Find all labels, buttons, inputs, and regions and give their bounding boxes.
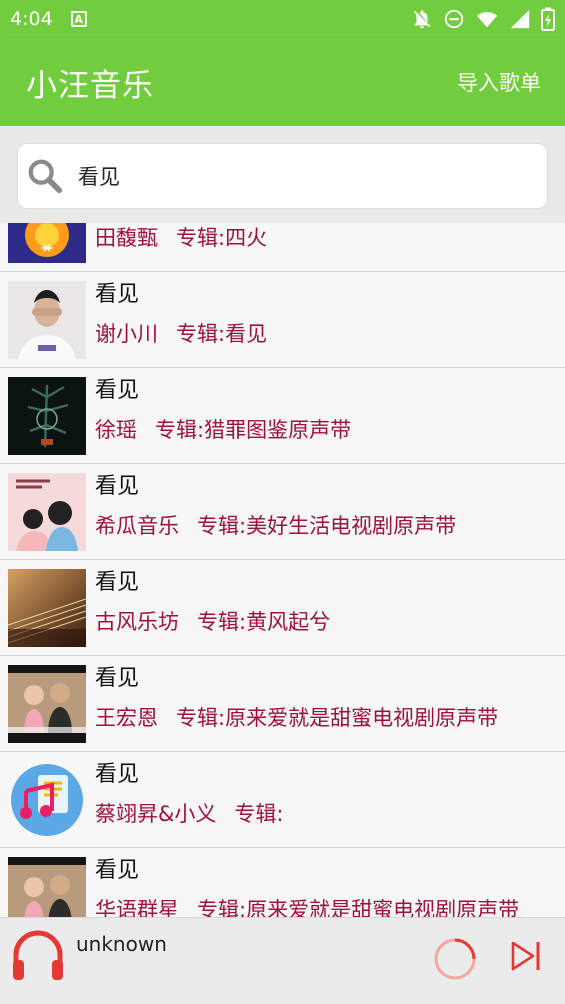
song-meta: 古风乐坊 专辑:黄风起兮 bbox=[95, 606, 557, 636]
song-meta: 田馥甄 专辑:四火 bbox=[95, 223, 557, 252]
song-artist: 蔡翊昇&小义 bbox=[95, 802, 217, 826]
song-list[interactable]: 田馥甄 专辑:四火 看见 谢小川 专辑:看见 看见 徐瑶 专辑:猎罪图鉴原声带 … bbox=[0, 223, 565, 917]
next-track-icon[interactable] bbox=[508, 938, 544, 974]
song-row[interactable]: 看见 王宏恩 专辑:原来爱就是甜蜜电视剧原声带 bbox=[0, 656, 565, 752]
song-title: 看见 bbox=[95, 762, 140, 787]
song-meta: 谢小川 专辑:看见 bbox=[95, 318, 557, 348]
status-time: 4:04 bbox=[10, 8, 53, 30]
song-album: 专辑:原来爱就是甜蜜电视剧原声带 bbox=[176, 706, 499, 730]
song-artist: 谢小川 bbox=[95, 322, 158, 346]
song-album: 专辑:美好生活电视剧原声带 bbox=[197, 514, 457, 538]
album-cover bbox=[8, 281, 86, 359]
song-meta: 蔡翊昇&小义 专辑: bbox=[95, 798, 557, 828]
song-title: 看见 bbox=[95, 282, 140, 307]
song-meta: 徐瑶 专辑:猎罪图鉴原声带 bbox=[95, 414, 557, 444]
album-cover bbox=[8, 857, 86, 917]
song-album: 专辑:原来爱就是甜蜜电视剧原声带 bbox=[197, 898, 520, 917]
song-album: 专辑:猎罪图鉴原声带 bbox=[155, 418, 352, 442]
song-row[interactable]: 田馥甄 专辑:四火 bbox=[0, 223, 565, 272]
song-meta: 王宏恩 专辑:原来爱就是甜蜜电视剧原声带 bbox=[95, 702, 557, 732]
app-bar: 小汪音乐 导入歌单 bbox=[0, 38, 565, 126]
mini-player[interactable]: unknown bbox=[0, 917, 565, 1004]
song-title: 看见 bbox=[95, 666, 140, 691]
song-meta: 华语群星 专辑:原来爱就是甜蜜电视剧原声带 bbox=[95, 894, 557, 917]
song-meta: 希瓜音乐 专辑:美好生活电视剧原声带 bbox=[95, 510, 557, 540]
song-row[interactable]: 看见 蔡翊昇&小义 专辑: bbox=[0, 752, 565, 848]
song-artist: 华语群星 bbox=[95, 898, 179, 917]
album-cover bbox=[8, 473, 86, 551]
import-playlist-button[interactable]: 导入歌单 bbox=[457, 67, 541, 97]
album-cover bbox=[8, 223, 86, 263]
song-artist: 王宏恩 bbox=[95, 706, 158, 730]
app-title: 小汪音乐 bbox=[26, 67, 154, 104]
do-not-disturb-icon bbox=[444, 9, 464, 29]
song-artist: 徐瑶 bbox=[95, 418, 137, 442]
song-row[interactable]: 看见 华语群星 专辑:原来爱就是甜蜜电视剧原声带 bbox=[0, 848, 565, 917]
signal-icon bbox=[510, 9, 530, 29]
song-artist: 田馥甄 bbox=[95, 226, 158, 250]
wifi-icon bbox=[476, 12, 498, 28]
album-cover bbox=[8, 665, 86, 743]
search-input[interactable] bbox=[78, 164, 498, 188]
song-artist: 古风乐坊 bbox=[95, 610, 179, 634]
search-area bbox=[0, 126, 565, 223]
song-artist: 希瓜音乐 bbox=[95, 514, 179, 538]
album-cover bbox=[8, 377, 86, 455]
song-row[interactable]: 看见 希瓜音乐 专辑:美好生活电视剧原声带 bbox=[0, 464, 565, 560]
song-row[interactable]: 看见 谢小川 专辑:看见 bbox=[0, 272, 565, 368]
song-album: 专辑: bbox=[234, 802, 284, 826]
song-title: 看见 bbox=[95, 858, 140, 883]
album-cover bbox=[8, 569, 86, 647]
song-title: 看见 bbox=[95, 378, 140, 403]
song-title: 看见 bbox=[95, 474, 140, 499]
status-bar: 4:04 A bbox=[0, 0, 565, 38]
search-icon bbox=[28, 159, 63, 194]
song-row[interactable]: 看见 古风乐坊 专辑:黄风起兮 bbox=[0, 560, 565, 656]
song-album: 专辑:看见 bbox=[176, 322, 268, 346]
headphones-icon bbox=[13, 930, 63, 980]
now-playing-title: unknown bbox=[76, 932, 167, 956]
accessibility-icon: A bbox=[70, 11, 87, 27]
song-album: 专辑:四火 bbox=[176, 226, 268, 250]
battery-icon bbox=[541, 7, 555, 31]
notifications-off-icon bbox=[413, 10, 431, 29]
song-album: 专辑:黄风起兮 bbox=[197, 610, 331, 634]
song-title: 看见 bbox=[95, 570, 140, 595]
default-music-cover bbox=[8, 761, 86, 839]
status-icons bbox=[411, 7, 555, 31]
play-progress-icon[interactable] bbox=[432, 936, 478, 982]
song-row[interactable]: 看见 徐瑶 专辑:猎罪图鉴原声带 bbox=[0, 368, 565, 464]
search-box[interactable] bbox=[17, 143, 548, 209]
